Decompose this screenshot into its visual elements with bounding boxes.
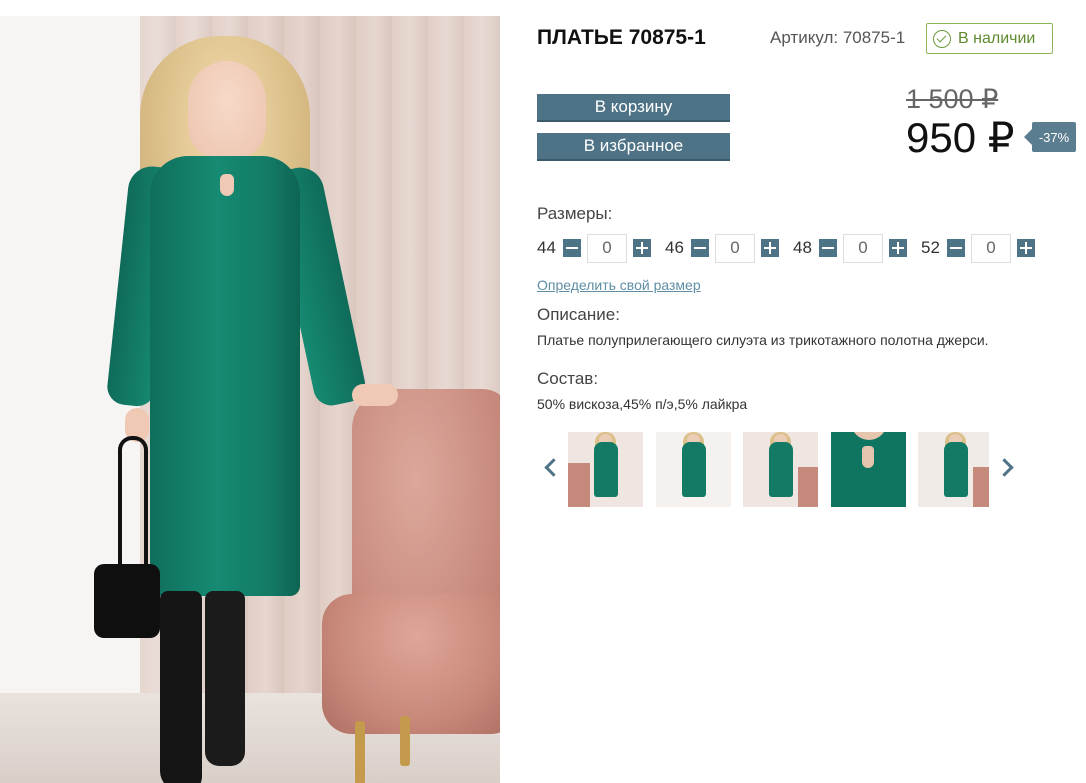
size-label: 48 — [793, 238, 812, 257]
chair-leg — [355, 721, 365, 783]
thumbnail[interactable] — [830, 432, 906, 507]
boot-left — [160, 591, 202, 783]
thumb-dress — [681, 442, 706, 497]
size-group-52: 52 — [921, 233, 1035, 263]
plus-button[interactable] — [1017, 239, 1035, 257]
model-hand-right — [352, 384, 398, 406]
chevron-left-icon[interactable] — [543, 458, 557, 478]
add-to-cart-button[interactable]: В корзину — [537, 94, 730, 122]
size-label: 46 — [665, 238, 684, 257]
chair-seat — [322, 594, 500, 734]
thumbnail[interactable] — [918, 432, 989, 507]
thumb-chair — [798, 467, 818, 507]
handbag-strap — [118, 436, 148, 576]
thumbnail[interactable] — [568, 432, 643, 507]
plus-button[interactable] — [761, 239, 779, 257]
size-label: 52 — [921, 238, 940, 257]
thumb-dress — [594, 442, 618, 497]
stock-status-text: В наличии — [958, 29, 1036, 47]
description-text: Платье полуприлегающего силуэта из трико… — [537, 332, 989, 348]
current-price: 950 ₽ — [906, 114, 1015, 161]
thumbnail-gallery — [568, 432, 989, 508]
chevron-right-icon[interactable] — [998, 458, 1012, 478]
thumb-dress — [944, 442, 968, 497]
quantity-input[interactable] — [843, 233, 883, 263]
sizes-selector: 44 46 48 52 — [537, 233, 1049, 263]
handbag — [94, 564, 160, 638]
composition-label: Состав: — [537, 369, 599, 388]
size-label: 44 — [537, 238, 556, 257]
plus-button[interactable] — [633, 239, 651, 257]
quantity-input[interactable] — [971, 233, 1011, 263]
product-title: ПЛАТЬЕ 70875-1 — [537, 26, 706, 49]
quantity-input[interactable] — [587, 233, 627, 263]
minus-button[interactable] — [563, 239, 581, 257]
size-group-46: 46 — [665, 233, 779, 263]
minus-button[interactable] — [691, 239, 709, 257]
green-dress — [150, 156, 300, 596]
find-size-link[interactable]: Определить свой размер — [537, 277, 701, 293]
boot-right — [205, 591, 245, 766]
minus-button[interactable] — [819, 239, 837, 257]
minus-button[interactable] — [947, 239, 965, 257]
product-sku: Артикул: 70875-1 — [770, 28, 906, 47]
thumb-chair — [568, 463, 590, 507]
check-circle-icon — [933, 29, 951, 48]
dress-keyhole — [220, 174, 234, 196]
discount-badge: -37% — [1024, 122, 1076, 152]
add-to-favorites-button[interactable]: В избранное — [537, 133, 730, 161]
size-group-48: 48 — [793, 233, 907, 263]
thumbnail[interactable] — [655, 432, 731, 507]
size-group-44: 44 — [537, 233, 651, 263]
old-price: 1 500 ₽ — [906, 84, 999, 114]
description-label: Описание: — [537, 305, 620, 324]
product-main-photo[interactable] — [0, 16, 500, 783]
plus-button[interactable] — [889, 239, 907, 257]
quantity-input[interactable] — [715, 233, 755, 263]
model-face — [188, 61, 266, 161]
thumb-neck — [850, 432, 887, 440]
chair-leg — [400, 716, 410, 766]
stock-badge: В наличии — [926, 23, 1053, 54]
thumb-chair — [973, 467, 989, 507]
thumb-dress — [769, 442, 793, 497]
composition-text: 50% вискоза,45% п/э,5% лайкра — [537, 396, 748, 412]
sizes-label: Размеры: — [537, 204, 613, 223]
thumbnail[interactable] — [743, 432, 818, 507]
thumb-keyhole — [861, 446, 874, 468]
